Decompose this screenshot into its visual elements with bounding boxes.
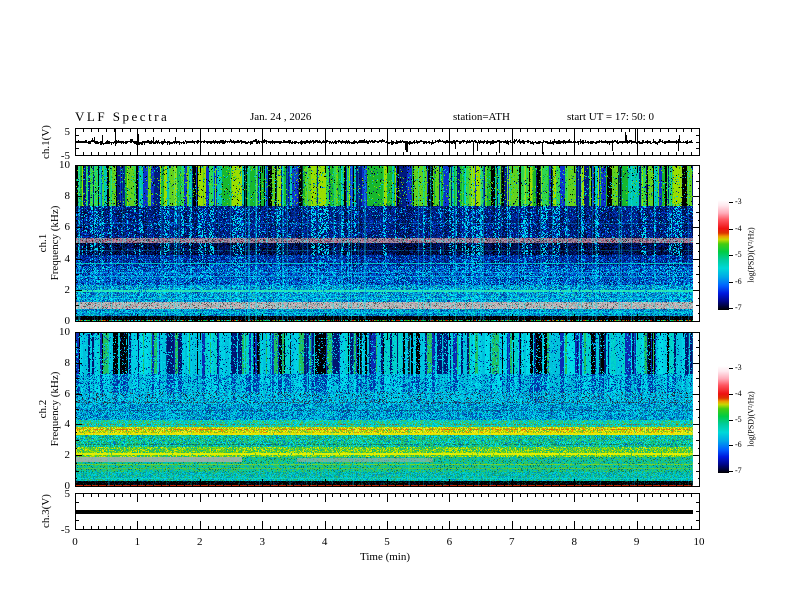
- x-tick-label: 4: [321, 536, 328, 548]
- vlf-spectra-plot: VLF Spectra Jan. 24 , 2026 station=ATH s…: [0, 0, 792, 612]
- spec1-y-tick-label: 4: [64, 252, 71, 265]
- colorbar-tick-label: -3: [735, 197, 742, 206]
- colorbar-tick-label: -6: [735, 277, 742, 286]
- colorbar-tick-mark: [729, 420, 733, 421]
- colorbar-tick-label: -5: [735, 415, 742, 424]
- x-tick-label: 6: [446, 536, 453, 548]
- spec1-y-tick-label: 2: [64, 283, 71, 296]
- station-label: station=ATH: [453, 111, 510, 123]
- x-tick-label: 10: [693, 536, 705, 548]
- colorbar-tick-label: -4: [735, 224, 742, 233]
- x-tick-label: 7: [509, 536, 515, 548]
- colorbar-tick-label: -3: [735, 363, 742, 372]
- spec1-y-tick-label: 6: [64, 221, 71, 234]
- colorbar-ch1-label: log(PSD)(V²/Hz): [746, 227, 756, 283]
- spec1-y-tick-label: 8: [64, 190, 71, 203]
- colorbar-tick-mark: [729, 255, 733, 256]
- colorbar-ch2: [718, 366, 729, 473]
- start-ut-label: start UT = 17: 50: 0: [567, 111, 654, 123]
- x-tick-label: 0: [72, 536, 78, 548]
- x-tick-label: 2: [197, 536, 203, 548]
- x-tick-label: 1: [134, 536, 141, 548]
- colorbar-tick-label: -4: [735, 389, 742, 398]
- wave1-y-tick-label: 5: [64, 126, 71, 138]
- x-tick-label: 5: [384, 536, 390, 548]
- ch1-freq-axis-label: ch.1 Frequency (kHz): [37, 206, 61, 281]
- colorbar-tick-mark: [729, 282, 733, 283]
- spec2-y-tick-label: 2: [64, 449, 71, 462]
- colorbar-tick-label: -7: [735, 303, 742, 312]
- time-axis-label: Time (min): [360, 551, 411, 563]
- colorbar-tick-mark: [729, 202, 733, 203]
- colorbar-tick-mark: [729, 229, 733, 230]
- spec2-y-tick-label: 4: [64, 418, 71, 431]
- colorbar-tick-mark: [729, 394, 733, 395]
- colorbar-tick-mark: [729, 445, 733, 446]
- wave3-y-tick-label: -5: [60, 524, 70, 536]
- ch1-freq-axis-label-line1: ch.1: [37, 233, 49, 253]
- colorbar-tick-mark: [729, 368, 733, 369]
- ch1-spectrogram-canvas: [75, 165, 700, 322]
- spec2-y-tick-label: 10: [59, 326, 70, 338]
- colorbar-tick-label: -5: [735, 250, 742, 259]
- ch2-freq-axis-label-line1: ch.2: [37, 399, 49, 419]
- ch1-freq-axis-label-line2: Frequency (kHz): [49, 205, 61, 281]
- ch2-freq-axis-label-line2: Frequency (kHz): [49, 371, 61, 447]
- date-label: Jan. 24 , 2026: [250, 111, 312, 123]
- colorbar-tick-label: -7: [735, 466, 742, 475]
- plot-title: VLF Spectra: [75, 109, 170, 124]
- ch1-waveform-canvas: [75, 128, 700, 156]
- ch2-spectrogram-canvas: [75, 332, 700, 487]
- ch2-freq-axis-label: ch.2 Frequency (kHz): [37, 372, 61, 447]
- x-tick-label: 8: [571, 536, 577, 548]
- wave1-y-tick-label: -5: [60, 150, 70, 162]
- colorbar-ch1: [718, 200, 729, 310]
- x-tick-label: 3: [259, 536, 265, 548]
- colorbar-tick-mark: [729, 471, 733, 472]
- spec2-y-tick-label: 8: [64, 356, 71, 369]
- colorbar-tick-label: -6: [735, 440, 742, 449]
- x-tick-label: 9: [633, 536, 640, 548]
- spec2-y-tick-label: 6: [64, 387, 71, 400]
- colorbar-ch2-label: log(PSD)(V²/Hz): [746, 391, 756, 447]
- ch3-waveform-canvas: [75, 493, 700, 530]
- colorbar-tick-mark: [729, 308, 733, 309]
- wave3-y-tick-label: 5: [64, 488, 71, 500]
